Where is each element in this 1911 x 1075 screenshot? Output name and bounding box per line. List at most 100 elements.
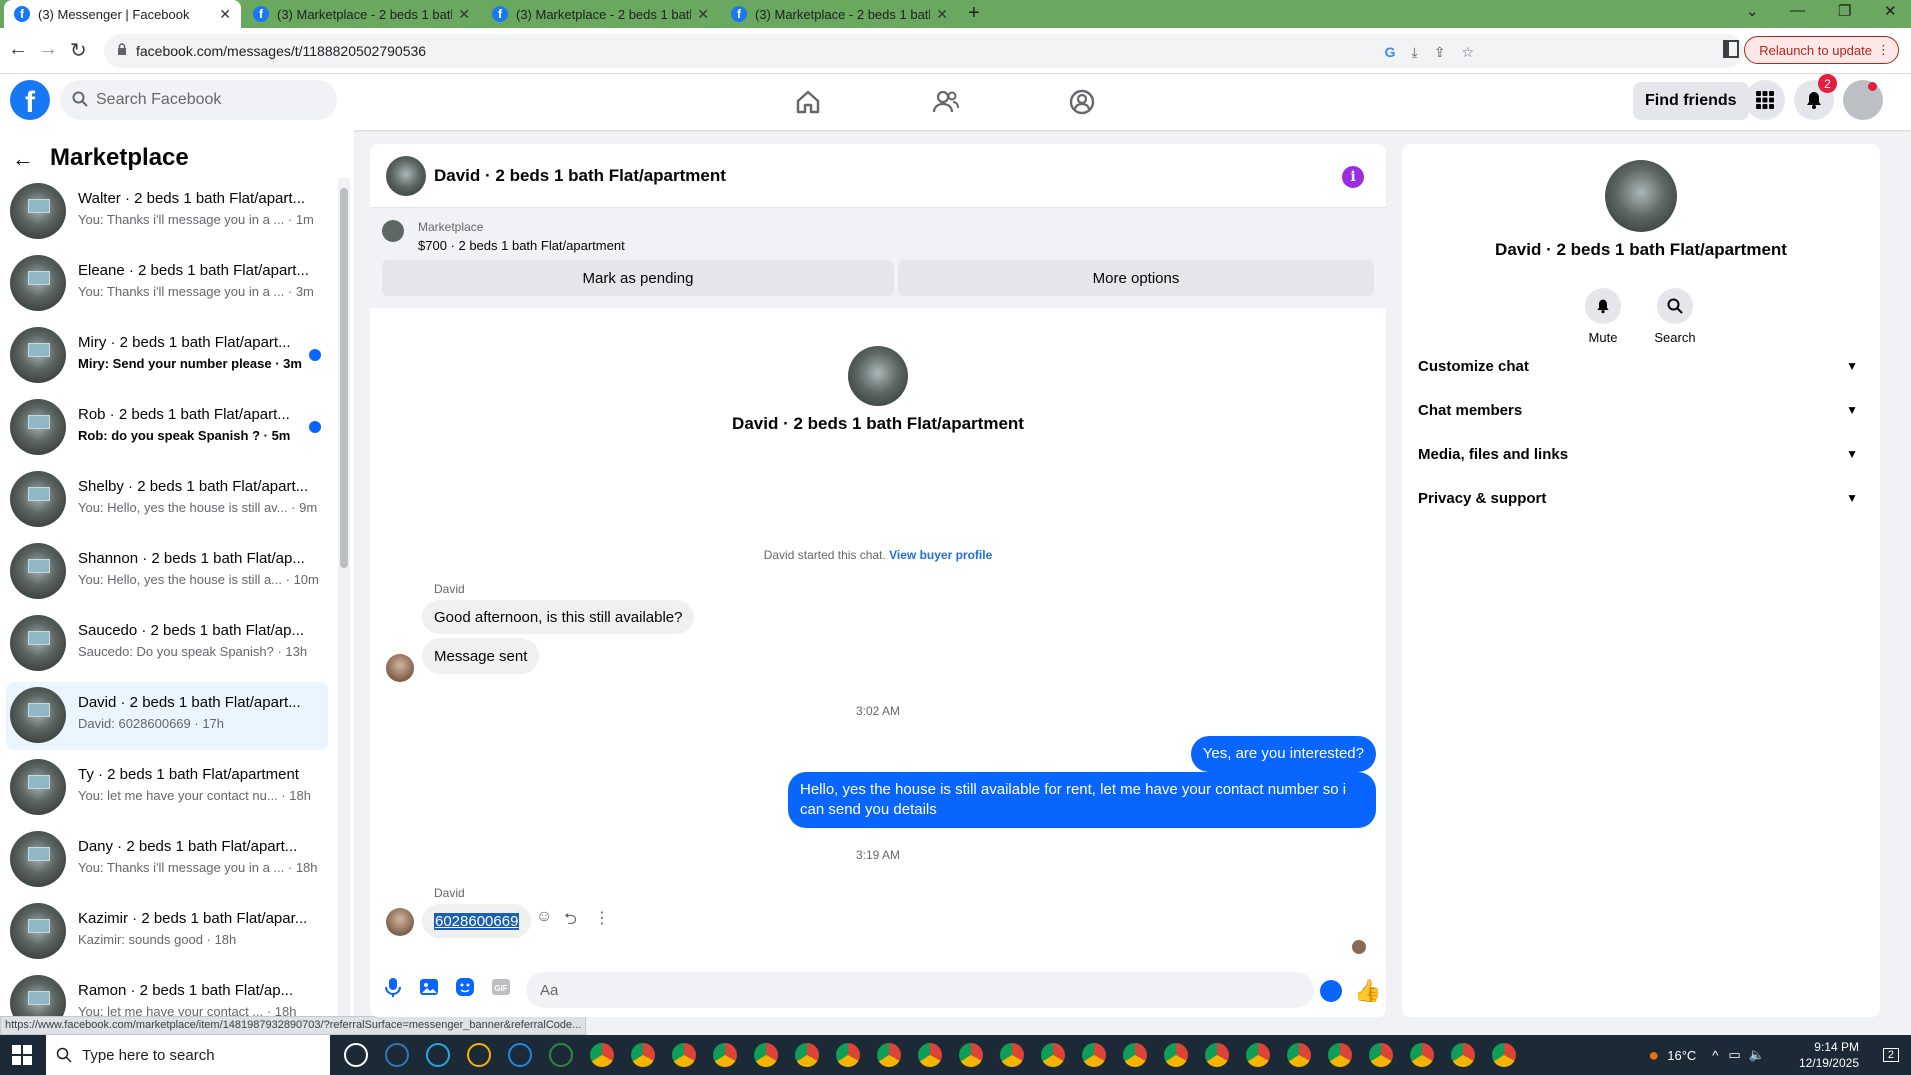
gif-icon[interactable]: GIF [490, 976, 512, 998]
tab-marketplace-3[interactable]: f (3) Marketplace - 2 beds 1 bath F ✕ [721, 0, 958, 28]
facebook-search-input[interactable]: Search Facebook [60, 80, 337, 120]
chrome-icon[interactable] [1041, 1043, 1065, 1067]
find-friends-button[interactable]: Find friends [1633, 82, 1749, 120]
task-view-icon[interactable] [385, 1043, 409, 1067]
forward-icon[interactable]: → [38, 38, 58, 61]
listing-title[interactable]: $700 · 2 beds 1 bath Flat/apartment [418, 238, 625, 253]
google-icon[interactable]: G [1385, 44, 1396, 61]
photo-icon[interactable] [418, 976, 440, 998]
chrome-icon[interactable] [1164, 1043, 1188, 1067]
tab-marketplace-2[interactable]: f (3) Marketplace - 2 beds 1 bath F ✕ [482, 0, 719, 28]
thumbs-up-icon[interactable]: 👍 [1354, 978, 1381, 1004]
reply-icon[interactable]: ⮌ [564, 908, 577, 935]
chat-members-row[interactable]: Chat members ▼ [1418, 392, 1864, 428]
chrome-icon[interactable] [713, 1043, 737, 1067]
back-arrow-icon[interactable]: ← [12, 146, 34, 172]
reload-icon[interactable]: ↻ [70, 38, 87, 63]
relaunch-button[interactable]: Relaunch to update ⋮ [1744, 36, 1899, 64]
cortana-icon[interactable] [344, 1043, 368, 1067]
chrome-icon[interactable] [754, 1043, 778, 1067]
more-actions-icon[interactable]: ⋮ [594, 908, 610, 928]
taskbar-clock[interactable]: 9:14 PM 12/19/2025 [1799, 1039, 1859, 1071]
conversation-item[interactable]: Ty · 2 beds 1 bath Flat/apartment You: le… [6, 754, 328, 822]
share-icon[interactable]: ⇪ [1434, 44, 1446, 61]
chrome-icon[interactable] [1328, 1043, 1352, 1067]
microphone-icon[interactable] [382, 976, 404, 998]
chrome-icon[interactable] [836, 1043, 860, 1067]
search-conversation-button[interactable]: Search [1645, 288, 1705, 345]
facebook-logo-icon[interactable]: f [10, 80, 50, 120]
close-tab-icon[interactable]: ✕ [458, 6, 470, 23]
chrome-icon[interactable] [1451, 1043, 1475, 1067]
sidebar-scrollbar[interactable] [338, 178, 350, 1040]
tab-messenger[interactable]: f (3) Messenger | Facebook ✕ [4, 0, 241, 28]
side-panel-icon[interactable] [1723, 40, 1739, 58]
chrome-icon[interactable] [1123, 1043, 1147, 1067]
weather-icon[interactable]: ● [1648, 1045, 1659, 1066]
conversation-item[interactable]: Rob · 2 beds 1 bath Flat/apart... Rob: do… [6, 394, 328, 462]
chrome-icon[interactable] [590, 1043, 614, 1067]
store-icon[interactable] [508, 1043, 532, 1067]
view-buyer-profile-link[interactable]: View buyer profile [889, 548, 992, 562]
chrome-icon[interactable] [1369, 1043, 1393, 1067]
chrome-icon[interactable] [1205, 1043, 1229, 1067]
conversation-item[interactable]: Eleane · 2 beds 1 bath Flat/apart... You:… [6, 250, 328, 318]
volume-icon[interactable]: 🔈 [1749, 1047, 1765, 1063]
privacy-support-row[interactable]: Privacy & support ▼ [1418, 480, 1864, 516]
bookmark-star-icon[interactable]: ☆ [1461, 44, 1474, 61]
more-options-button[interactable]: More options [898, 260, 1374, 296]
close-window-icon[interactable]: ✕ [1884, 2, 1897, 20]
chrome-icon[interactable] [1246, 1043, 1270, 1067]
tab-search-chevron-icon[interactable]: ⌄ [1746, 2, 1759, 20]
file-explorer-icon[interactable] [467, 1043, 491, 1067]
outgoing-message[interactable]: Yes, are you interested? [1190, 736, 1376, 772]
conversation-item[interactable]: Kazimir · 2 beds 1 bath Flat/apar... Kazi… [6, 898, 328, 966]
menu-dots-icon[interactable]: ⋮ [1877, 42, 1890, 58]
minimize-icon[interactable]: — [1790, 2, 1805, 19]
chrome-icon[interactable] [1000, 1043, 1024, 1067]
chrome-icon[interactable] [795, 1043, 819, 1067]
conversation-item[interactable]: Shelby · 2 beds 1 bath Flat/apart... You:… [6, 466, 328, 534]
react-emoji-icon[interactable]: ☺ [536, 908, 552, 926]
conversation-item[interactable]: Saucedo · 2 beds 1 bath Flat/ap... Sauced… [6, 610, 328, 678]
windows-start-icon[interactable] [12, 1045, 32, 1065]
temperature[interactable]: 16°C [1667, 1048, 1696, 1063]
taskbar-search-box[interactable]: Type here to search [46, 1035, 330, 1075]
chrome-icon[interactable] [672, 1043, 696, 1067]
chrome-icon[interactable] [959, 1043, 983, 1067]
chrome-icon[interactable] [918, 1043, 942, 1067]
incoming-message[interactable]: Good afternoon, is this still available? [422, 600, 695, 634]
selected-phone-number[interactable]: 6028600669 [434, 912, 520, 930]
sender-avatar[interactable] [386, 908, 414, 936]
network-icon[interactable]: ▭ [1728, 1047, 1740, 1063]
chrome-icon[interactable] [1287, 1043, 1311, 1067]
chrome-icon[interactable] [1082, 1043, 1106, 1067]
message-input[interactable]: Aa [526, 972, 1314, 1008]
menu-grid-button[interactable] [1745, 80, 1785, 120]
chrome-icon[interactable] [1410, 1043, 1434, 1067]
chrome-icon[interactable] [1492, 1043, 1516, 1067]
incoming-message[interactable]: 6028600669 [422, 904, 532, 938]
restore-icon[interactable]: ❐ [1838, 2, 1851, 20]
listing-thumbnail[interactable] [382, 220, 404, 242]
edge-icon[interactable] [426, 1043, 450, 1067]
new-tab-icon[interactable]: + [968, 2, 980, 25]
conversation-item[interactable]: David · 2 beds 1 bath Flat/apart... David… [6, 682, 328, 750]
conversation-item[interactable]: Dany · 2 beds 1 bath Flat/apart... You: T… [6, 826, 328, 894]
conversation-item[interactable]: Miry · 2 beds 1 bath Flat/apart... Miry: … [6, 322, 328, 390]
close-tab-icon[interactable]: ✕ [697, 6, 709, 23]
mail-icon[interactable] [549, 1043, 573, 1067]
friends-icon[interactable] [932, 88, 960, 116]
conversation-item[interactable]: Walter · 2 beds 1 bath Flat/apart... You:… [6, 178, 328, 246]
chrome-icon[interactable] [631, 1043, 655, 1067]
outgoing-message[interactable]: Hello, yes the house is still available … [788, 772, 1376, 828]
sender-avatar[interactable] [386, 654, 414, 682]
info-icon[interactable]: i [1342, 166, 1364, 188]
scrollbar-thumb[interactable] [340, 188, 348, 568]
home-icon[interactable] [794, 88, 822, 116]
url-omnibox[interactable]: facebook.com/messages/t/1188820502790536… [104, 34, 1744, 68]
back-icon[interactable]: ← [8, 38, 28, 61]
chevron-up-icon[interactable]: ^ [1712, 1048, 1718, 1063]
close-tab-icon[interactable]: ✕ [219, 6, 231, 23]
media-files-links-row[interactable]: Media, files and links ▼ [1418, 436, 1864, 472]
